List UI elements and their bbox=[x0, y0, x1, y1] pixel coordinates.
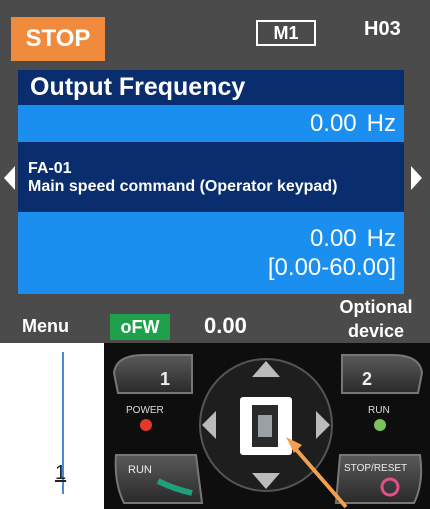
parameter-unit: Hz bbox=[366, 225, 396, 252]
direction-badge: oFW bbox=[110, 314, 170, 340]
stop-reset-label: STOP/RESET bbox=[344, 463, 407, 474]
power-led-icon bbox=[140, 419, 152, 431]
run-led-label: RUN bbox=[368, 405, 390, 416]
key-1-button[interactable]: 1 bbox=[112, 354, 193, 394]
parameter-setting[interactable]: 0.00 Hz [0.00-60.00] bbox=[18, 212, 404, 294]
monitor-value: 0.00 bbox=[309, 109, 357, 137]
key-1-label: 1 bbox=[160, 369, 170, 389]
divider bbox=[18, 142, 404, 150]
monitor-title: Output Frequency bbox=[18, 70, 404, 105]
enter-button[interactable] bbox=[240, 397, 292, 455]
stop-reset-button[interactable]: STOP/RESET bbox=[334, 454, 423, 504]
optional-device-softkey[interactable]: Optional device bbox=[330, 295, 422, 343]
run-button[interactable]: RUN bbox=[114, 454, 204, 504]
menu-softkey[interactable]: Menu bbox=[22, 316, 69, 337]
parameter-range: [0.00-60.00] bbox=[267, 254, 396, 281]
run-led-icon bbox=[374, 419, 386, 431]
optional-line2: device bbox=[347, 321, 405, 341]
key-2-button[interactable]: 2 bbox=[341, 354, 424, 394]
scroll-left-arrow-icon[interactable] bbox=[4, 166, 15, 190]
operator-keypad: 1 2 POWER RUN RUN STOP/RESET bbox=[104, 343, 430, 509]
monitor-value-row: 0.00 Hz bbox=[18, 105, 404, 142]
run-label: RUN bbox=[128, 464, 152, 476]
stop-status-badge: STOP bbox=[11, 17, 105, 61]
parameter-block: FA-01 Main speed command (Operator keypa… bbox=[18, 150, 404, 212]
optional-line1: Optional bbox=[339, 297, 413, 317]
screen-code: H03 bbox=[364, 18, 401, 40]
parameter-name: Main speed command (Operator keypad) bbox=[28, 178, 338, 195]
power-label: POWER bbox=[126, 405, 164, 416]
key-2-label: 2 bbox=[362, 369, 372, 389]
mode-indicator: M1 bbox=[256, 20, 316, 46]
footer-frequency: 0.00 bbox=[204, 313, 247, 338]
step-number: 1 bbox=[55, 462, 67, 484]
scroll-right-arrow-icon[interactable] bbox=[411, 166, 422, 190]
parameter-code: FA-01 bbox=[28, 160, 72, 177]
monitor-unit: Hz bbox=[366, 109, 396, 137]
lcd-screen: STOP M1 H03 Output Frequency 0.00 Hz FA-… bbox=[0, 0, 430, 343]
parameter-value: 0.00 bbox=[309, 225, 357, 252]
keypad-graphic: 1 2 POWER RUN RUN STOP/RESET bbox=[112, 354, 424, 509]
